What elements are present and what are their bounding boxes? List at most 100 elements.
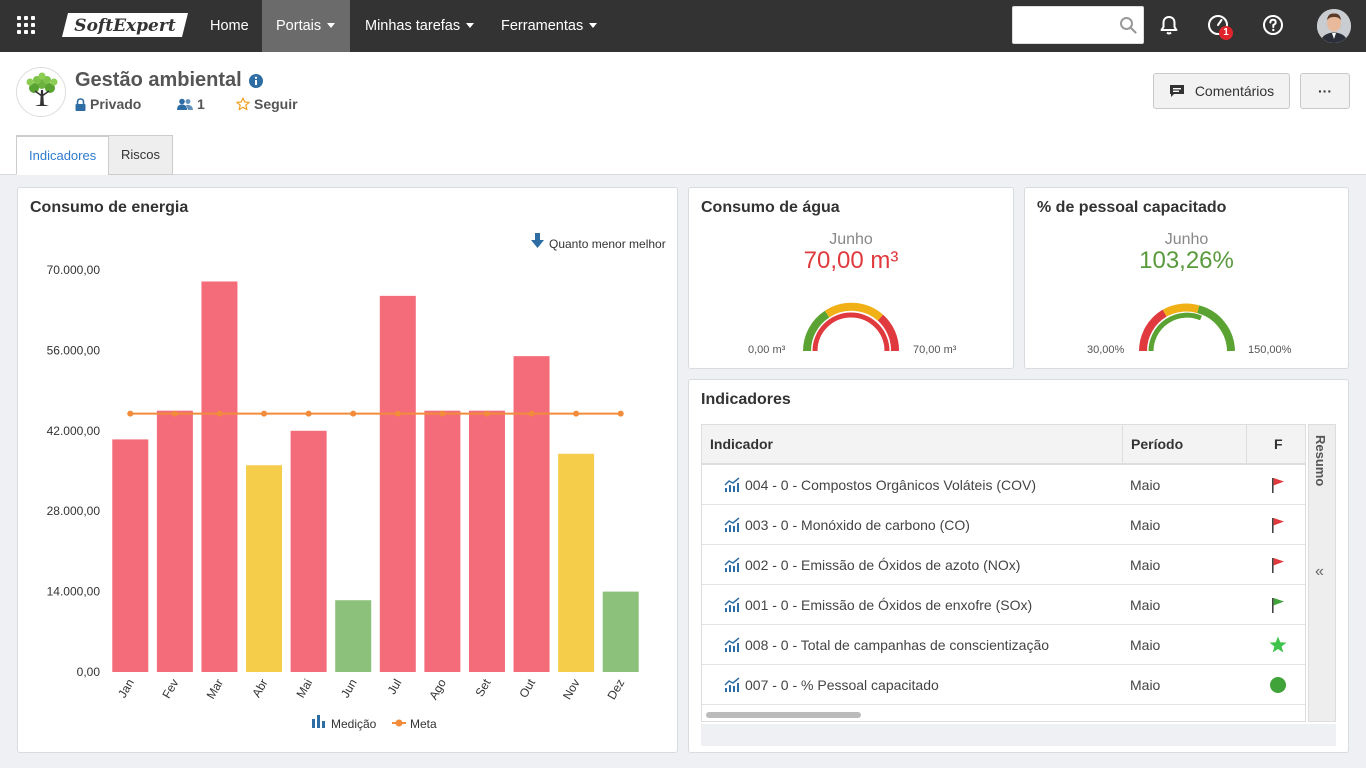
indicator-name[interactable]: 007 - 0 - % Pessoal capacitado bbox=[745, 665, 939, 704]
meta-point[interactable] bbox=[483, 410, 490, 417]
table-row[interactable]: 004 - 0 - Compostos Orgânicos Voláteis (… bbox=[702, 465, 1305, 505]
indicator-name[interactable]: 003 - 0 - Monóxido de carbono (CO) bbox=[745, 505, 970, 544]
y-tick-label: 56.000,00 bbox=[47, 343, 101, 357]
nav-home[interactable]: Home bbox=[196, 0, 263, 52]
trained-gauge bbox=[1139, 303, 1235, 352]
x-tick-label: Mai bbox=[293, 677, 315, 701]
column-header-indicador[interactable]: Indicador bbox=[710, 425, 773, 463]
x-tick-label: Jan bbox=[115, 677, 137, 701]
meta-point[interactable] bbox=[573, 410, 580, 417]
members-label: 1 bbox=[197, 96, 205, 112]
table-header: Indicador Período F bbox=[702, 425, 1305, 465]
chart-legend: Medição Meta bbox=[312, 715, 437, 731]
comments-button[interactable]: Comentários bbox=[1153, 73, 1290, 109]
y-tick-label: 14.000,00 bbox=[47, 585, 101, 599]
horizontal-scrollbar[interactable] bbox=[706, 712, 861, 718]
nav-ferramentas[interactable]: Ferramentas bbox=[487, 0, 611, 52]
nav-ferramentas-label: Ferramentas bbox=[501, 18, 584, 34]
nav-minhas-tarefas[interactable]: Minhas tarefas bbox=[351, 0, 488, 52]
trend-chart-icon bbox=[724, 557, 740, 572]
bar-jul[interactable] bbox=[379, 295, 416, 672]
softexpert-logo[interactable]: SoftExpert bbox=[62, 11, 188, 39]
bell-icon[interactable] bbox=[1157, 13, 1181, 37]
meta-point[interactable] bbox=[439, 410, 446, 417]
red-flag-icon bbox=[1268, 505, 1288, 544]
members-count[interactable]: 1 bbox=[177, 96, 205, 112]
user-avatar[interactable] bbox=[1317, 9, 1351, 43]
svg-text:SoftExpert: SoftExpert bbox=[74, 16, 176, 36]
arrow-down-icon bbox=[531, 233, 544, 248]
indicator-name[interactable]: 001 - 0 - Emissão de Óxidos de enxofre (… bbox=[745, 585, 1032, 624]
chevron-down-icon bbox=[466, 23, 475, 28]
table-row[interactable]: 008 - 0 - Total de campanhas de conscien… bbox=[702, 625, 1305, 665]
comments-button-label: Comentários bbox=[1194, 83, 1275, 99]
column-header-farol[interactable]: F bbox=[1274, 425, 1283, 463]
search-input[interactable] bbox=[1019, 7, 1119, 43]
indicator-name[interactable]: 004 - 0 - Compostos Orgânicos Voláteis (… bbox=[745, 465, 1036, 504]
bar-mai[interactable] bbox=[290, 430, 327, 672]
nav-portais[interactable]: Portais bbox=[262, 0, 350, 52]
bar-abr[interactable] bbox=[246, 465, 283, 672]
table-row[interactable]: 007 - 0 - % Pessoal capacitado Maio bbox=[702, 665, 1305, 705]
top-navigation-bar: SoftExpert Home Portais Minhas tarefas F… bbox=[0, 0, 1366, 52]
y-tick-label: 28.000,00 bbox=[47, 504, 101, 518]
x-tick-label: Jun bbox=[338, 677, 360, 701]
bar-jun[interactable] bbox=[335, 600, 372, 672]
indicator-period: Maio bbox=[1130, 677, 1161, 693]
more-options-button[interactable]: ··· bbox=[1300, 73, 1350, 109]
indicator-name[interactable]: 008 - 0 - Total de campanhas de conscien… bbox=[745, 625, 1049, 664]
indicator-period: Maio bbox=[1130, 597, 1161, 613]
privacy-label: Privado bbox=[90, 96, 142, 112]
indicator-name[interactable]: 002 - 0 - Emissão de Óxidos de azoto (NO… bbox=[745, 545, 1020, 584]
indicator-period: Maio bbox=[1130, 517, 1161, 533]
app-grid-icon[interactable] bbox=[17, 16, 35, 34]
help-icon[interactable] bbox=[1261, 13, 1285, 37]
green-flag-icon bbox=[1268, 585, 1288, 624]
info-icon[interactable] bbox=[249, 74, 263, 88]
table-row[interactable]: 003 - 0 - Monóxido de carbono (CO) Maio bbox=[702, 505, 1305, 545]
water-consumption-panel: Consumo de água Junho 70,00 m³ 0,00 m³ 7… bbox=[688, 187, 1014, 369]
trained-gauge-max: 150,00% bbox=[1248, 344, 1292, 356]
bar-mar[interactable] bbox=[201, 281, 238, 672]
indicator-period: Maio bbox=[1130, 477, 1161, 493]
meta-point[interactable] bbox=[261, 410, 268, 417]
x-tick-label: Ago bbox=[426, 676, 449, 702]
tab-riscos[interactable]: Riscos bbox=[108, 135, 173, 175]
bar-jan[interactable] bbox=[112, 439, 149, 672]
green-circle-icon bbox=[1268, 665, 1288, 704]
search-box bbox=[1012, 6, 1144, 44]
chevron-down-icon bbox=[327, 23, 336, 28]
search-icon[interactable] bbox=[1119, 16, 1137, 34]
meta-point[interactable] bbox=[171, 410, 178, 417]
meta-point[interactable] bbox=[216, 410, 223, 417]
tab-indicadores[interactable]: Indicadores bbox=[16, 135, 109, 175]
comment-icon bbox=[1169, 85, 1184, 97]
water-gauge-max: 70,00 m³ bbox=[913, 344, 957, 356]
lock-icon bbox=[75, 97, 86, 111]
column-header-periodo[interactable]: Período bbox=[1131, 425, 1183, 463]
star-outline-icon bbox=[236, 97, 250, 111]
bar-out[interactable] bbox=[513, 356, 550, 672]
double-chevron-left-icon[interactable]: « bbox=[1315, 563, 1324, 581]
meta-point[interactable] bbox=[394, 410, 401, 417]
meta-point[interactable] bbox=[127, 410, 134, 417]
bar-dez[interactable] bbox=[602, 591, 639, 672]
meta-point[interactable] bbox=[617, 410, 624, 417]
bar-ago[interactable] bbox=[424, 410, 461, 672]
table-row[interactable]: 001 - 0 - Emissão de Óxidos de enxofre (… bbox=[702, 585, 1305, 625]
follow-button[interactable]: Seguir bbox=[236, 96, 298, 112]
meta-point[interactable] bbox=[305, 410, 312, 417]
legend-medicao-icon-bar bbox=[317, 715, 320, 728]
meta-point[interactable] bbox=[528, 410, 535, 417]
x-tick-label: Fev bbox=[159, 677, 181, 701]
bar-nov[interactable] bbox=[558, 453, 595, 672]
follow-label: Seguir bbox=[254, 96, 298, 112]
bar-fev[interactable] bbox=[156, 410, 193, 672]
bar-set[interactable] bbox=[468, 410, 505, 672]
meta-point[interactable] bbox=[350, 410, 357, 417]
indicators-panel-title: Indicadores bbox=[701, 391, 791, 408]
summary-side-tab[interactable]: Resumo « bbox=[1308, 424, 1336, 722]
table-row[interactable]: 002 - 0 - Emissão de Óxidos de azoto (NO… bbox=[702, 545, 1305, 585]
trained-gauge-green-band bbox=[1197, 305, 1235, 352]
notification-badge: 1 bbox=[1219, 26, 1233, 40]
